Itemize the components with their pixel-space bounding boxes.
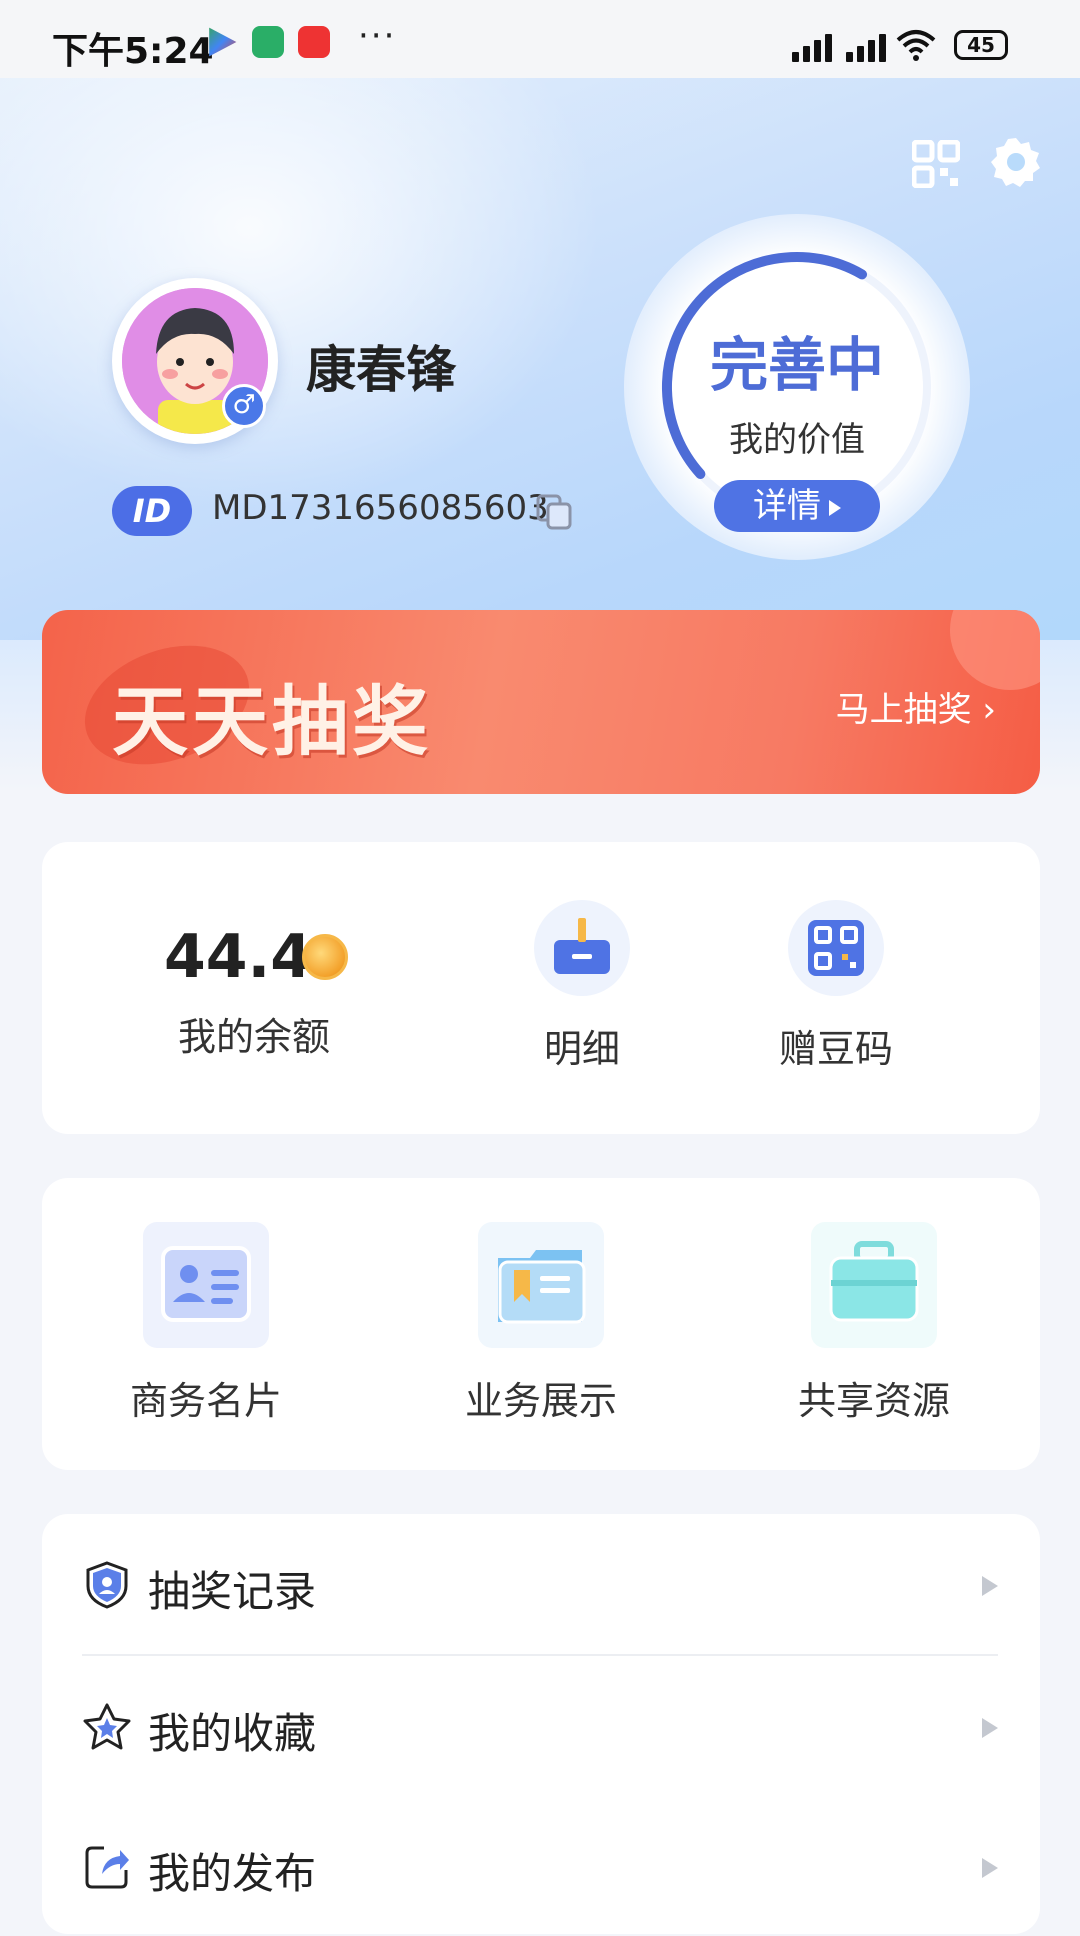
- gift-code-entry[interactable]: 赠豆码: [736, 900, 936, 1073]
- qr-code-icon[interactable]: [912, 140, 960, 188]
- business-showcase-entry[interactable]: 业务展示: [421, 1222, 661, 1425]
- wechat-icon: [252, 26, 284, 58]
- menu-label: 抽奖记录: [148, 1567, 317, 1616]
- coin-icon: [302, 934, 348, 980]
- value-label: 我的价值: [729, 420, 865, 460]
- chevron-right-icon: [982, 1718, 998, 1738]
- signal-icon-2: [846, 30, 886, 62]
- signal-icon: [792, 30, 832, 62]
- chevron-right-icon: [982, 1858, 998, 1878]
- battery-indicator: 45: [954, 30, 1008, 60]
- lottery-banner[interactable]: 天天抽奖 马上抽奖 ›: [42, 610, 1040, 794]
- status-time: 下午5:24: [52, 31, 214, 72]
- balance-value: 44.4: [164, 922, 313, 992]
- male-gender-icon: ♂: [222, 384, 266, 428]
- ledger-tray-icon: [534, 900, 630, 996]
- balance-label: 我的余额: [178, 1015, 331, 1059]
- user-name: 康春锋: [306, 341, 456, 399]
- status-bar: 下午5:24 ··· 45: [0, 0, 1080, 78]
- id-badge: ID: [112, 486, 192, 536]
- settings-gear-icon[interactable]: [990, 136, 1042, 188]
- banner-title: 天天抽奖: [112, 677, 432, 766]
- gift-code-label: 赠豆码: [778, 1027, 893, 1071]
- shared-resources-label: 共享资源: [797, 1379, 950, 1423]
- menu-label: 我的发布: [148, 1849, 317, 1898]
- more-notifications-icon: ···: [358, 16, 397, 56]
- banner-decoration-bubble: [950, 610, 1040, 690]
- wifi-icon: [896, 30, 936, 61]
- user-id: MD1731656085603: [212, 488, 549, 528]
- services-card: 商务名片 业务展示 共享资源: [42, 1178, 1040, 1470]
- folder-showcase-icon: [478, 1222, 604, 1348]
- copy-icon[interactable]: [536, 494, 572, 530]
- share-post-icon: [85, 1846, 129, 1889]
- menu-item-lottery-records[interactable]: 抽奖记录: [42, 1514, 1040, 1656]
- business-card-label: 商务名片: [129, 1379, 282, 1423]
- value-detail-button[interactable]: 详情: [714, 480, 880, 532]
- play-arrow-icon: [829, 499, 841, 516]
- banner-cta[interactable]: 马上抽奖 ›: [836, 682, 996, 731]
- menu-list: 抽奖记录 我的收藏 我的发布: [42, 1514, 1040, 1934]
- menu-item-favorites[interactable]: 我的收藏: [42, 1656, 1040, 1796]
- briefcase-icon: [811, 1222, 937, 1348]
- play-store-icon: [209, 27, 237, 57]
- detail-entry[interactable]: 明细: [482, 900, 682, 1073]
- shield-user-icon: [86, 1561, 128, 1609]
- menu-item-my-posts[interactable]: 我的发布: [42, 1796, 1040, 1936]
- detail-label: 明细: [543, 1027, 620, 1071]
- gift-qr-code-icon: [788, 900, 884, 996]
- business-card-icon: [143, 1222, 269, 1348]
- business-card-entry[interactable]: 商务名片: [86, 1222, 326, 1425]
- news-app-icon: [298, 26, 330, 58]
- wallet-card: 44.4 我的余额 明细 赠豆码: [42, 842, 1040, 1134]
- menu-label: 我的收藏: [148, 1709, 317, 1758]
- chevron-right-icon: [982, 1576, 998, 1596]
- shared-resources-entry[interactable]: 共享资源: [754, 1222, 994, 1425]
- business-showcase-label: 业务展示: [464, 1379, 617, 1423]
- detail-button-label: 详情: [753, 486, 821, 526]
- star-badge-icon: [83, 1703, 131, 1750]
- value-status: 完善中: [709, 331, 884, 399]
